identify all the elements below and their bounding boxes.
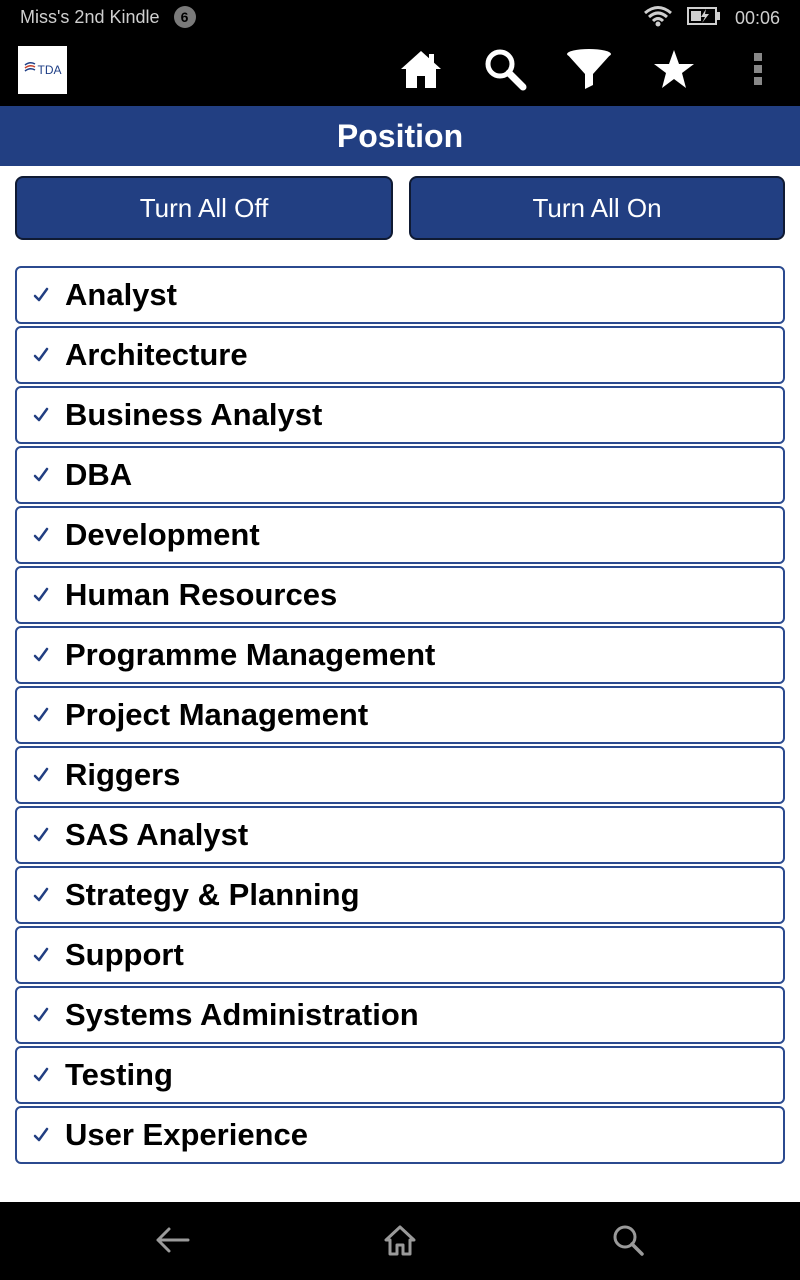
position-item[interactable]: Testing	[15, 1046, 785, 1104]
logo-swirl-icon	[24, 61, 36, 80]
checkmark-icon	[17, 527, 65, 543]
position-item[interactable]: Business Analyst	[15, 386, 785, 444]
battery-charging-icon	[686, 6, 721, 31]
logo-text: TDA	[37, 63, 62, 77]
position-item-label: Architecture	[65, 337, 248, 372]
checkmark-icon	[17, 1067, 65, 1083]
notification-badge: 6	[173, 6, 196, 28]
home-icon	[399, 48, 443, 95]
position-item[interactable]: Project Management	[15, 686, 785, 744]
checkmark-icon	[17, 767, 65, 783]
position-item-label: Human Resources	[65, 577, 338, 612]
position-list: Analyst Architecture Business Analyst DBA De…	[15, 266, 785, 1166]
turn-all-on-button[interactable]: Turn All On	[409, 176, 785, 240]
position-item[interactable]: Programme Management	[15, 626, 785, 684]
position-item-label: DBA	[65, 457, 133, 492]
position-item-label: Riggers	[65, 757, 181, 792]
position-item-label: User Experience	[65, 1117, 308, 1152]
position-item-label: SAS Analyst	[65, 817, 249, 852]
position-item-label: Support	[65, 937, 184, 972]
position-item-label: Business Analyst	[65, 397, 323, 432]
status-bar: Miss's 2nd Kindle 6 00:06	[0, 0, 800, 34]
position-item-label: Programme Management	[65, 637, 436, 672]
checkmark-icon	[17, 587, 65, 603]
position-item-label: Development	[65, 517, 260, 552]
checkmark-icon	[17, 827, 65, 843]
app-logo[interactable]: TDA	[18, 46, 67, 94]
position-item[interactable]: User Experience	[15, 1106, 785, 1164]
checkmark-icon	[17, 1127, 65, 1143]
checkmark-icon	[17, 647, 65, 663]
position-item[interactable]: DBA	[15, 446, 785, 504]
nav-bar	[0, 1202, 800, 1280]
status-left: Miss's 2nd Kindle 6	[20, 6, 196, 28]
position-item-label: Systems Administration	[65, 997, 419, 1032]
overflow-menu-icon	[752, 51, 764, 92]
action-bar: TDA	[0, 34, 800, 106]
star-icon	[653, 49, 695, 94]
filter-icon	[565, 47, 613, 96]
checkmark-icon	[17, 707, 65, 723]
position-item[interactable]: Strategy & Planning	[15, 866, 785, 924]
home-icon	[383, 1224, 417, 1261]
position-item[interactable]: Architecture	[15, 326, 785, 384]
checkmark-icon	[17, 947, 65, 963]
position-item-label: Project Management	[65, 697, 369, 732]
wifi-icon	[643, 5, 673, 32]
overflow-menu-button[interactable]	[735, 48, 781, 94]
position-item[interactable]: Riggers	[15, 746, 785, 804]
position-item-label: Testing	[65, 1057, 173, 1092]
checkmark-icon	[17, 407, 65, 423]
position-item[interactable]: Human Resources	[15, 566, 785, 624]
search-icon	[611, 1223, 645, 1262]
search-button[interactable]	[482, 48, 528, 94]
nav-search-button[interactable]	[606, 1220, 650, 1264]
status-right: 00:06	[643, 5, 780, 32]
checkmark-icon	[17, 1007, 65, 1023]
position-item-label: Strategy & Planning	[65, 877, 360, 912]
position-item[interactable]: Support	[15, 926, 785, 984]
back-icon	[154, 1225, 190, 1260]
position-item[interactable]: Development	[15, 506, 785, 564]
search-icon	[483, 47, 527, 96]
page-title: Position	[0, 106, 800, 166]
position-item[interactable]: SAS Analyst	[15, 806, 785, 864]
position-item[interactable]: Analyst	[15, 266, 785, 324]
turn-all-off-button[interactable]: Turn All Off	[15, 176, 393, 240]
position-item[interactable]: Systems Administration	[15, 986, 785, 1044]
checkmark-icon	[17, 347, 65, 363]
checkmark-icon	[17, 287, 65, 303]
position-item-label: Analyst	[65, 277, 177, 312]
checkmark-icon	[17, 887, 65, 903]
device-name: Miss's 2nd Kindle	[20, 6, 160, 27]
filter-button[interactable]	[566, 48, 612, 94]
checkmark-icon	[17, 467, 65, 483]
nav-home-button[interactable]	[378, 1220, 422, 1264]
back-button[interactable]	[150, 1220, 194, 1264]
home-button[interactable]	[398, 48, 444, 94]
clock: 00:06	[734, 8, 780, 28]
favourites-button[interactable]	[651, 48, 697, 94]
